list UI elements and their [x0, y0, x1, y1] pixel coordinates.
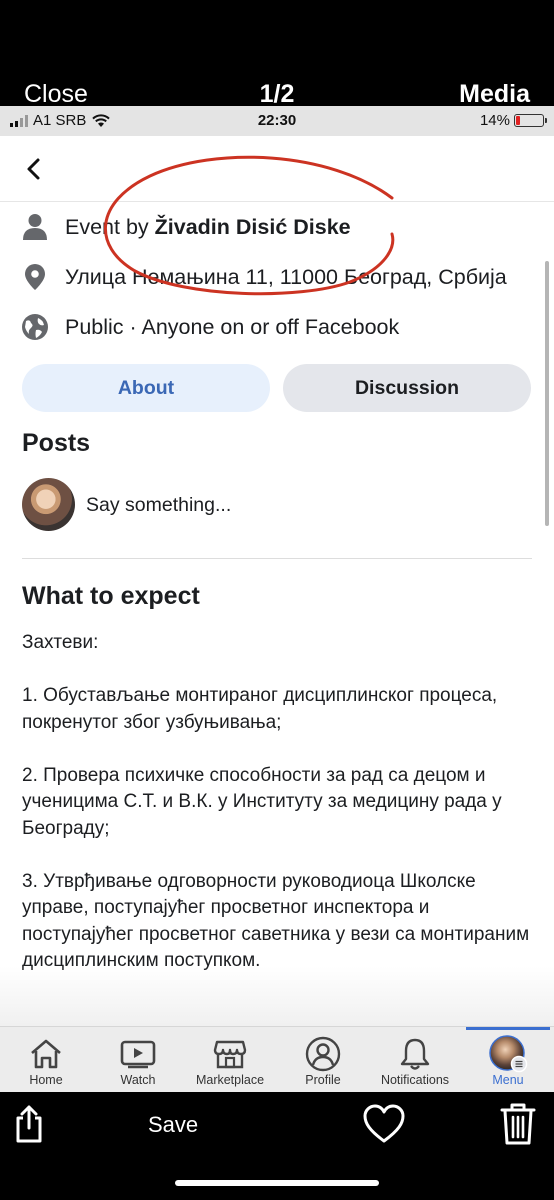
nav-notifications[interactable]: Notifications — [375, 1027, 455, 1092]
description-paragraph: 2. Провера психичке способности за рад с… — [22, 764, 502, 839]
description-paragraph: 3. Утврђивање одговорности руководиоца Ш… — [22, 870, 530, 972]
nav-watch[interactable]: Watch — [110, 1027, 166, 1092]
share-icon[interactable] — [14, 1104, 44, 1144]
bottom-nav: Home Watch Marketplace Profile Notificat… — [0, 1026, 554, 1092]
event-host-row: Event by Živadin Disić Diske — [20, 212, 351, 242]
header-divider — [0, 201, 554, 202]
battery-icon — [514, 114, 547, 127]
back-arrow-icon[interactable] — [20, 154, 50, 184]
status-bar: A1 SRB 22:30 14% — [0, 106, 554, 136]
menu-avatar-icon — [489, 1035, 528, 1073]
home-icon — [31, 1039, 61, 1069]
nav-profile[interactable]: Profile — [295, 1027, 351, 1092]
event-location-row[interactable]: Улица Немањина 11, 11000 Београд, Србија — [20, 262, 507, 292]
viewer-bottom-bar: Save — [0, 1092, 554, 1200]
tab-discussion[interactable]: Discussion — [283, 364, 531, 412]
nav-label-watch: Watch — [120, 1073, 156, 1087]
trash-icon[interactable] — [500, 1102, 536, 1146]
scrollbar[interactable] — [545, 261, 549, 526]
home-indicator[interactable] — [175, 1180, 379, 1186]
event-description: Захтеви: 1. Обустављање монтираног дисци… — [22, 630, 537, 1001]
heart-icon[interactable] — [363, 1104, 405, 1144]
status-right: 14% — [479, 112, 547, 129]
close-button[interactable]: Close — [24, 80, 88, 109]
host-name[interactable]: Živadin Disić Diske — [155, 215, 351, 240]
location-text: Улица Немањина 11, 11000 Београд, Србија — [65, 264, 507, 289]
screenshot-content: A1 SRB 22:30 14% Event by Živadin Disić … — [0, 106, 554, 1092]
battery-level — [516, 116, 520, 125]
description-paragraph: 1. Обустављање монтираног дисциплинског … — [22, 685, 498, 733]
globe-icon — [20, 312, 50, 342]
event-privacy-row: Public · Anyone on or off Facebook — [20, 312, 399, 342]
privacy-text: Public · Anyone on or off Facebook — [65, 314, 400, 339]
watch-icon — [120, 1040, 156, 1069]
avatar — [22, 478, 75, 531]
save-button[interactable]: Save — [148, 1112, 198, 1138]
nav-label-home: Home — [29, 1073, 63, 1087]
nav-marketplace[interactable]: Marketplace — [190, 1027, 270, 1092]
marketplace-icon — [213, 1040, 247, 1069]
media-button[interactable]: Media — [459, 80, 530, 109]
nav-menu[interactable]: Menu — [480, 1027, 536, 1092]
content-fade — [0, 966, 554, 1026]
posts-heading: Posts — [22, 429, 91, 457]
section-divider — [22, 558, 532, 559]
bell-icon — [400, 1038, 430, 1070]
nav-label-profile: Profile — [305, 1073, 341, 1087]
nav-label-menu: Menu — [492, 1073, 524, 1087]
battery-percent: 14% — [479, 112, 510, 129]
what-to-expect-heading: What to expect — [22, 582, 200, 610]
nav-home[interactable]: Home — [18, 1027, 74, 1092]
post-composer-input[interactable]: Say something... — [86, 494, 231, 517]
description-paragraph: Захтеви: — [22, 632, 99, 653]
tab-about[interactable]: About — [22, 364, 270, 412]
nav-label-marketplace: Marketplace — [195, 1073, 265, 1087]
status-time: 22:30 — [257, 112, 297, 129]
nav-label-notifications: Notifications — [380, 1073, 450, 1087]
person-icon — [20, 212, 50, 242]
viewer-top-bar: 1/2 Close Media — [0, 0, 554, 109]
host-prefix: Event by — [65, 214, 149, 239]
location-pin-icon — [20, 262, 50, 292]
profile-icon — [305, 1036, 341, 1072]
